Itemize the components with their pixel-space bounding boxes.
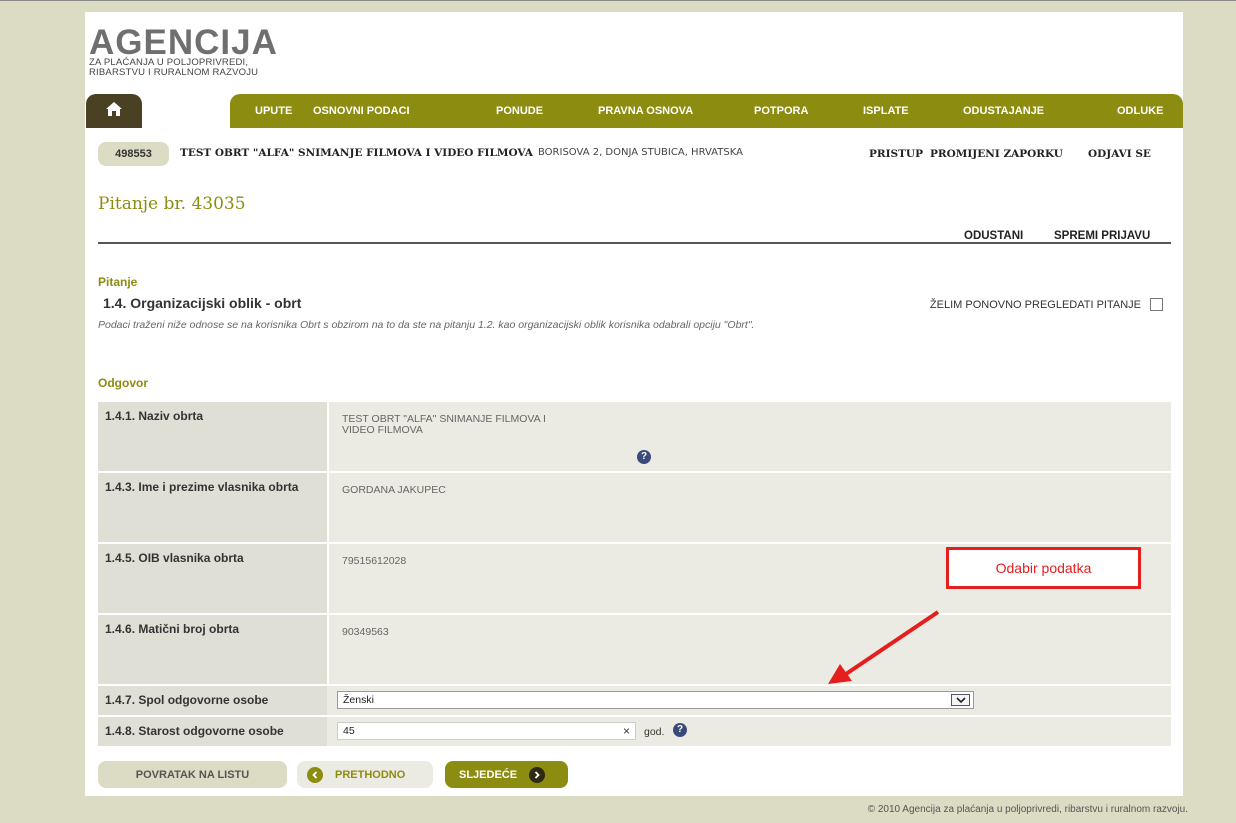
field-label: 1.4.3. Ime i prezime vlasnika obrta (98, 473, 327, 542)
field-label: 1.4.1. Naziv obrta (98, 402, 327, 471)
home-icon (105, 101, 123, 122)
age-input-value: 45 (343, 725, 355, 737)
agency-logo[interactable]: AGENCIJA ZA PLAĆANJA U POLJOPRIVREDI, RI… (89, 23, 278, 78)
question-description: Podaci traženi niže odnose se na korisni… (98, 319, 755, 331)
pristup-link[interactable]: PRISTUP (869, 148, 923, 160)
nav-item-isplate[interactable]: ISPLATE (863, 94, 909, 128)
question-section-label: Pitanje (98, 275, 138, 289)
age-input[interactable]: 45 × (337, 722, 636, 740)
chevron-left-icon (307, 766, 323, 783)
back-to-list-label: POVRATAK NA LISTU (135, 768, 250, 781)
nav-item-upute[interactable]: UPUTE (255, 94, 292, 128)
review-again-checkbox[interactable] (1150, 298, 1163, 311)
chevron-right-icon (529, 766, 546, 783)
footer-copyright: © 2010 Agencija za plaćanja u poljoprivr… (867, 804, 1188, 815)
nav-item-potpora[interactable]: POTPORA (754, 94, 808, 128)
nav-item-osnovni-podaci[interactable]: OSNOVNI PODACI (313, 94, 410, 128)
gender-select[interactable]: Ženski (337, 691, 974, 709)
logout-link[interactable]: ODJAVI SE (1088, 148, 1151, 160)
user-address: BORISOVA 2, DONJA STUBICA, HRVATSKA (538, 147, 743, 158)
nav-item-pravna-osnova[interactable]: PRAVNA OSNOVA (598, 94, 693, 128)
home-button[interactable] (86, 94, 142, 128)
field-value: GORDANA JAKUPEC (329, 473, 1171, 542)
field-value: TEST OBRT "ALFA" SNIMANJE FILMOVA I VIDE… (329, 402, 1171, 471)
next-label: SLJEDEĆE (459, 768, 518, 781)
nav-item-ponude[interactable]: PONUDE (496, 94, 543, 128)
cancel-button[interactable]: ODUSTANI (964, 230, 1023, 242)
logo-title: AGENCIJA (89, 23, 278, 62)
user-info-bar: 498553 TEST OBRT "ALFA" SNIMANJE FILMOVA… (85, 128, 1183, 180)
field-label: 1.4.8. Starost odgovorne osobe (98, 717, 327, 746)
main-nav: UPUTE OSNOVNI PODACI PONUDE PRAVNA OSNOV… (85, 94, 1183, 128)
help-icon[interactable]: ? (673, 723, 687, 737)
question-title: 1.4. Organizacijski oblik - obrt (103, 295, 302, 311)
clear-icon[interactable]: × (623, 723, 630, 739)
next-button[interactable]: SLJEDEĆE (445, 761, 568, 788)
page-title: Pitanje br. 43035 (98, 194, 246, 214)
back-to-list-button[interactable]: POVRATAK NA LISTU (98, 761, 287, 788)
logo-subtitle-line2: RIBARSTVU I RURALNOM RAZVOJU (89, 67, 259, 78)
chevron-down-icon[interactable] (951, 694, 970, 706)
field-label: 1.4.5. OIB vlasnika obrta (98, 544, 327, 613)
annotation-arrow (828, 610, 940, 684)
change-password-link[interactable]: PROMIJENI ZAPORKU (930, 148, 1063, 160)
user-name: TEST OBRT "ALFA" SNIMANJE FILMOVA I VIDE… (180, 147, 533, 159)
top-border (0, 0, 1236, 1)
field-value: 90349563 (329, 615, 1171, 684)
annotation-callout: Odabir podatka (946, 547, 1141, 589)
review-again-option: ŽELIM PONOVNO PREGLEDATI PITANJE (930, 298, 1163, 311)
field-row-ime: 1.4.3. Ime i prezime vlasnika obrta GORD… (98, 473, 1171, 542)
save-application-button[interactable]: SPREMI PRIJAVU (1054, 230, 1150, 242)
field-row-maticni: 1.4.6. Matični broj obrta 90349563 (98, 615, 1171, 684)
title-divider (98, 242, 1171, 244)
help-icon[interactable]: ? (637, 450, 651, 464)
previous-button[interactable]: PRETHODNO (297, 761, 433, 788)
naziv-value-line1: TEST OBRT "ALFA" SNIMANJE FILMOVA I (342, 413, 546, 425)
review-again-label: ŽELIM PONOVNO PREGLEDATI PITANJE (929, 298, 1141, 311)
user-id-badge: 498553 (98, 142, 169, 166)
page-container: AGENCIJA ZA PLAĆANJA U POLJOPRIVREDI, RI… (85, 12, 1183, 796)
age-unit-label: god. (644, 726, 665, 738)
previous-label: PRETHODNO (335, 768, 406, 781)
gender-select-value: Ženski (343, 694, 374, 706)
field-row-starost: 1.4.8. Starost odgovorne osobe 45 × god.… (98, 717, 1171, 746)
field-row-naziv: 1.4.1. Naziv obrta TEST OBRT "ALFA" SNIM… (98, 402, 1171, 471)
answer-section-label: Odgovor (98, 376, 148, 390)
field-row-spol: 1.4.7. Spol odgovorne osobe Ženski (98, 686, 1171, 715)
naziv-value-line2: VIDEO FILMOVA (342, 424, 423, 436)
nav-item-odustajanje[interactable]: ODUSTAJANJE (963, 94, 1044, 128)
field-label: 1.4.6. Matični broj obrta (98, 615, 327, 684)
nav-menu-bar: UPUTE OSNOVNI PODACI PONUDE PRAVNA OSNOV… (230, 94, 1183, 128)
field-label: 1.4.7. Spol odgovorne osobe (98, 686, 327, 715)
nav-item-odluke[interactable]: ODLUKE (1117, 94, 1163, 128)
